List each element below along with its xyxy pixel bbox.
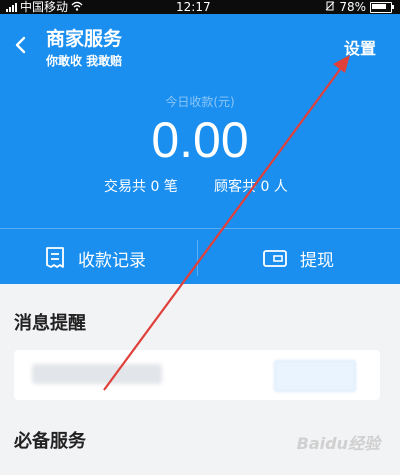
page-title: 商家服务 bbox=[46, 28, 123, 50]
withdraw-label: 提现 bbox=[300, 250, 334, 271]
carrier-name: 中国移动 bbox=[20, 0, 69, 14]
settings-button[interactable]: 设置 bbox=[344, 35, 376, 59]
payment-records-button[interactable]: 收款记录 bbox=[44, 240, 146, 276]
receipt-icon bbox=[46, 247, 64, 268]
section-title-services: 必备服务 bbox=[14, 431, 86, 452]
divider bbox=[197, 240, 198, 276]
merchant-header: 商家服务 你敢收 我敢赔 设置 今日收款(元) 0.00 交易共 0 笔 顾客共… bbox=[0, 14, 400, 284]
wifi-icon bbox=[71, 0, 83, 14]
battery-percent: 78% bbox=[339, 0, 366, 14]
withdraw-button[interactable]: 提现 bbox=[262, 240, 334, 276]
wallet-icon bbox=[263, 250, 287, 267]
chevron-left-icon bbox=[15, 36, 26, 54]
message-text-blurred bbox=[32, 364, 162, 384]
watermark: Baidu经验 bbox=[296, 434, 380, 453]
divider bbox=[0, 228, 400, 229]
signal-icon bbox=[6, 2, 17, 12]
no-sim-icon bbox=[325, 0, 335, 14]
back-button[interactable] bbox=[12, 36, 30, 54]
payment-records-label: 收款记录 bbox=[78, 250, 146, 271]
today-income-amount: 0.00 bbox=[151, 112, 249, 168]
message-action-button[interactable] bbox=[274, 360, 356, 392]
status-bar: 中国移动 12:17 78% bbox=[0, 0, 400, 14]
battery-icon bbox=[370, 1, 394, 13]
clock: 12:17 bbox=[176, 0, 211, 14]
page-subtitle: 你敢收 我敢赔 bbox=[46, 54, 123, 68]
trade-count: 交易共 0 笔 bbox=[104, 179, 178, 195]
section-title-messages: 消息提醒 bbox=[14, 313, 86, 334]
message-card[interactable] bbox=[14, 350, 380, 400]
customer-count: 顾客共 0 人 bbox=[214, 179, 288, 195]
today-income-label: 今日收款(元) bbox=[165, 95, 235, 109]
